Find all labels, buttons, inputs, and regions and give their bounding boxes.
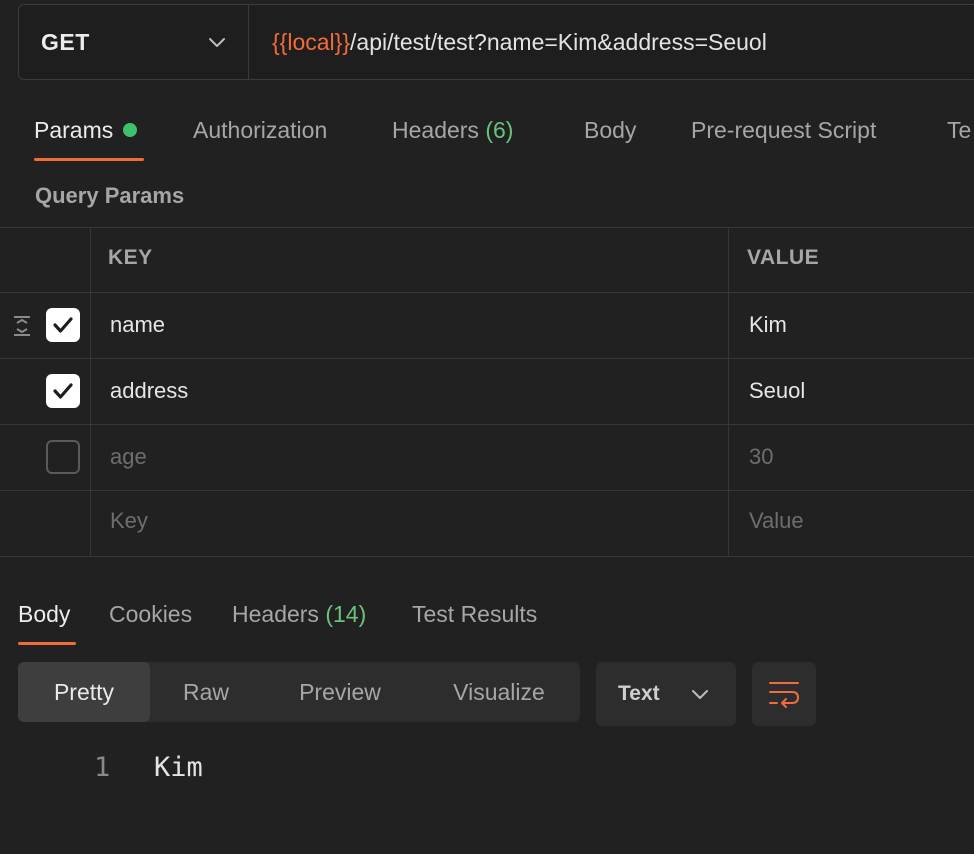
table-divider bbox=[0, 424, 974, 425]
param-key[interactable]: name bbox=[110, 312, 165, 338]
tab-tests-label: Te bbox=[947, 117, 972, 143]
tab-headers-label: Headers bbox=[392, 117, 479, 143]
query-params-title: Query Params bbox=[35, 183, 185, 208]
request-url-bar: GET {{local}}/api/test/test?name=Kim&add… bbox=[18, 4, 974, 80]
column-header-value: VALUE bbox=[747, 246, 820, 269]
table-divider bbox=[0, 292, 974, 293]
drag-handle-icon[interactable] bbox=[10, 313, 34, 339]
url-variable: {{local}} bbox=[272, 28, 351, 55]
response-tab-test-results-label: Test Results bbox=[412, 601, 538, 627]
tab-body-label: Body bbox=[584, 117, 637, 143]
url-input[interactable]: {{local}}/api/test/test?name=Kim&address… bbox=[272, 5, 767, 79]
response-tab-cookies-label: Cookies bbox=[109, 601, 193, 627]
tab-headers-count: (6) bbox=[485, 117, 514, 143]
response-tab-headers[interactable]: Headers (14) bbox=[232, 598, 366, 630]
view-mode-visualize[interactable]: Visualize bbox=[418, 662, 580, 722]
tab-authorization[interactable]: Authorization bbox=[193, 112, 327, 148]
method-label: GET bbox=[41, 28, 90, 55]
response-tab-body-label: Body bbox=[18, 601, 71, 627]
view-mode-selector: Pretty Raw Preview Visualize bbox=[18, 662, 580, 722]
tab-params[interactable]: Params bbox=[34, 112, 138, 148]
view-mode-pretty[interactable]: Pretty bbox=[18, 662, 150, 722]
column-header-key: KEY bbox=[108, 246, 153, 269]
column-divider bbox=[728, 227, 729, 557]
response-tab-cookies[interactable]: Cookies bbox=[109, 598, 192, 630]
chevron-down-icon[interactable] bbox=[207, 32, 227, 52]
view-mode-preview[interactable]: Preview bbox=[262, 662, 418, 722]
wrap-lines-button[interactable] bbox=[752, 662, 816, 726]
active-response-tab-indicator bbox=[18, 642, 76, 645]
column-divider bbox=[90, 227, 91, 557]
line-number: 1 bbox=[94, 752, 111, 783]
response-tab-body[interactable]: Body bbox=[18, 598, 70, 630]
chevron-down-icon bbox=[692, 690, 708, 699]
param-key[interactable]: address bbox=[110, 378, 188, 404]
tab-authorization-label: Authorization bbox=[193, 117, 328, 143]
param-checkbox[interactable] bbox=[46, 374, 80, 408]
tab-pre-request-script-label: Pre-request Script bbox=[691, 117, 877, 143]
new-param-value-input[interactable]: Value bbox=[749, 508, 804, 534]
view-mode-raw[interactable]: Raw bbox=[150, 662, 262, 722]
response-tab-headers-label: Headers bbox=[232, 601, 319, 627]
param-checkbox[interactable] bbox=[46, 308, 80, 342]
new-param-key-input[interactable]: Key bbox=[110, 508, 148, 534]
format-select[interactable]: Text bbox=[596, 662, 736, 726]
table-divider bbox=[0, 556, 974, 557]
params-status-dot bbox=[123, 123, 138, 137]
wrap-lines-icon bbox=[769, 682, 800, 708]
table-divider bbox=[0, 490, 974, 491]
url-path: /api/test/test?name=Kim&address=Seuol bbox=[350, 28, 767, 55]
table-divider bbox=[0, 227, 974, 228]
param-value[interactable]: 30 bbox=[749, 444, 773, 470]
response-tab-headers-count: (14) bbox=[325, 601, 367, 627]
tab-params-label: Params bbox=[34, 117, 114, 143]
response-tab-test-results[interactable]: Test Results bbox=[412, 598, 537, 630]
tab-tests[interactable]: Te bbox=[947, 112, 971, 148]
param-checkbox[interactable] bbox=[46, 440, 80, 474]
format-label: Text bbox=[618, 682, 660, 705]
response-body-content[interactable]: Kim bbox=[154, 752, 203, 783]
checkmark-icon bbox=[53, 383, 73, 399]
tab-headers[interactable]: Headers (6) bbox=[392, 112, 513, 148]
tab-body[interactable]: Body bbox=[584, 112, 636, 148]
table-divider bbox=[0, 358, 974, 359]
param-value[interactable]: Seuol bbox=[749, 378, 805, 404]
param-key[interactable]: age bbox=[110, 444, 147, 470]
active-tab-indicator bbox=[34, 158, 144, 161]
tab-pre-request-script[interactable]: Pre-request Script bbox=[691, 112, 876, 148]
param-value[interactable]: Kim bbox=[749, 312, 787, 338]
checkmark-icon bbox=[53, 317, 73, 333]
